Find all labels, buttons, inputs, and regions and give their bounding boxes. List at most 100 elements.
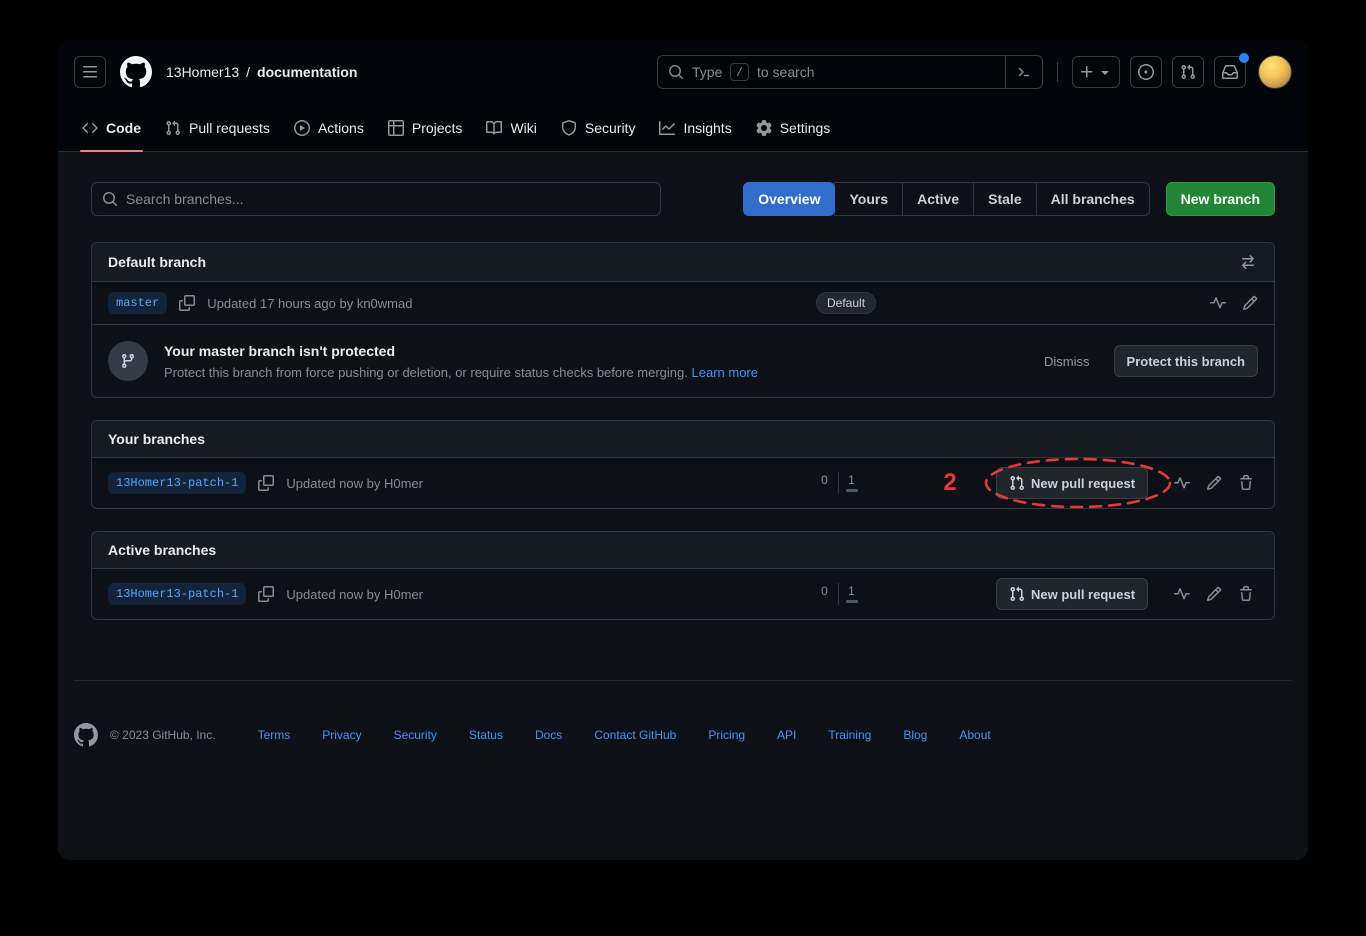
table-row: master Updated 17 hours ago by kn0wmad D… [92, 282, 1274, 324]
footer-link-pricing[interactable]: Pricing [708, 728, 745, 742]
browser-viewport: 13Homer13 / documentation Type / to sear… [58, 40, 1308, 860]
change-default-branch-button[interactable] [1238, 252, 1258, 272]
global-header: 13Homer13 / documentation Type / to sear… [58, 40, 1308, 104]
copyright-text: © 2023 GitHub, Inc. [110, 728, 216, 742]
global-search-placeholder: Type / to search [658, 63, 1005, 81]
pull-requests-button[interactable] [1172, 56, 1204, 88]
breadcrumb-owner-link[interactable]: 13Homer13 [166, 64, 239, 80]
ahead-count: 1 [848, 474, 855, 486]
pull-request-icon [1009, 475, 1025, 491]
ahead-behind-counts: 0 1 [808, 472, 868, 494]
tab-code[interactable]: Code [74, 104, 149, 151]
branch-link[interactable]: 13Homer13-patch-1 [108, 472, 246, 494]
filter-overview[interactable]: Overview [743, 182, 835, 216]
pencil-icon [1242, 295, 1258, 311]
filter-yours[interactable]: Yours [834, 182, 903, 216]
tab-label: Settings [780, 120, 831, 136]
global-search-button[interactable]: Type / to search [657, 55, 1043, 89]
table-row: 13Homer13-patch-1 Updated now by H0mer 0… [92, 569, 1274, 619]
branch-updated-text: Updated now by H0mer [286, 476, 423, 491]
hamburger-button[interactable] [74, 56, 106, 88]
protect-branch-button[interactable]: Protect this branch [1114, 345, 1258, 377]
footer-link-api[interactable]: API [777, 728, 796, 742]
delete-branch-button[interactable] [1238, 586, 1254, 602]
your-branches-section: Your branches 13Homer13-patch-1 Updated … [91, 420, 1275, 509]
github-logo[interactable] [120, 56, 152, 88]
footer-link-terms[interactable]: Terms [258, 728, 291, 742]
compare-icon [1240, 254, 1256, 270]
slash-key-hint: / [730, 63, 749, 81]
create-new-button[interactable] [1072, 56, 1120, 88]
rename-branch-button[interactable] [1206, 475, 1222, 491]
filter-all-branches[interactable]: All branches [1036, 182, 1150, 216]
command-palette-icon [1016, 64, 1032, 80]
tab-settings[interactable]: Settings [748, 104, 839, 151]
footer-link-docs[interactable]: Docs [535, 728, 562, 742]
pencil-icon [1206, 475, 1222, 491]
protection-description: Protect this branch from force pushing o… [164, 365, 758, 380]
breadcrumb: 13Homer13 / documentation [166, 64, 357, 80]
branch-activity-button[interactable] [1174, 475, 1190, 491]
ahead-behind-counts: 0 1 [808, 583, 868, 605]
git-branch-icon [120, 353, 136, 369]
branch-link[interactable]: master [108, 292, 167, 314]
tab-label: Security [585, 120, 636, 136]
new-branch-button[interactable]: New branch [1166, 182, 1275, 216]
section-title: Active branches [108, 542, 216, 558]
footer-link-security[interactable]: Security [394, 728, 437, 742]
repo-nav: Code Pull requests Actions Projects Wiki… [58, 104, 1308, 152]
activity-icon [1174, 475, 1190, 491]
tab-actions[interactable]: Actions [286, 104, 372, 151]
footer-link-blog[interactable]: Blog [903, 728, 927, 742]
section-title: Default branch [108, 254, 206, 270]
copy-branch-name-button[interactable] [256, 584, 276, 604]
pull-request-icon [165, 120, 181, 136]
command-palette-button[interactable] [1005, 56, 1042, 88]
footer-link-status[interactable]: Status [469, 728, 503, 742]
rename-branch-button[interactable] [1206, 586, 1222, 602]
copy-branch-name-button[interactable] [177, 293, 197, 313]
new-pull-request-button[interactable]: New pull request [996, 467, 1148, 499]
shield-icon [561, 120, 577, 136]
copy-branch-name-button[interactable] [256, 473, 276, 493]
footer-link-training[interactable]: Training [828, 728, 871, 742]
tab-wiki[interactable]: Wiki [478, 104, 544, 151]
learn-more-link[interactable]: Learn more [692, 365, 758, 380]
graph-icon [659, 120, 675, 136]
copy-icon [258, 475, 274, 491]
footer-link-privacy[interactable]: Privacy [322, 728, 361, 742]
footer-link-about[interactable]: About [959, 728, 990, 742]
dismiss-button[interactable]: Dismiss [1038, 353, 1096, 370]
issues-button[interactable] [1130, 56, 1162, 88]
ahead-count: 1 [848, 585, 855, 597]
footer-link-contact[interactable]: Contact GitHub [594, 728, 676, 742]
branch-activity-button[interactable] [1210, 295, 1226, 311]
search-placeholder-pre: Type [692, 64, 722, 80]
annotation-step-number: 2 [940, 469, 960, 497]
branch-link[interactable]: 13Homer13-patch-1 [108, 583, 246, 605]
branch-search-input[interactable] [91, 182, 661, 216]
tab-insights[interactable]: Insights [651, 104, 739, 151]
footer-links: Terms Privacy Security Status Docs Conta… [258, 728, 991, 742]
breadcrumb-repo-link[interactable]: documentation [257, 64, 357, 80]
filter-active[interactable]: Active [902, 182, 974, 216]
table-row: 13Homer13-patch-1 Updated now by H0mer 0… [92, 458, 1274, 508]
pull-request-icon [1009, 586, 1025, 602]
play-icon [294, 120, 310, 136]
tab-pull-requests[interactable]: Pull requests [157, 104, 278, 151]
tab-security[interactable]: Security [553, 104, 644, 151]
pull-request-icon [1180, 64, 1196, 80]
rename-branch-button[interactable] [1242, 295, 1258, 311]
active-branches-section: Active branches 13Homer13-patch-1 Update… [91, 531, 1275, 620]
avatar[interactable] [1258, 55, 1292, 89]
branch-protection-banner: Your master branch isn't protected Prote… [92, 324, 1274, 397]
behind-count: 0 [821, 474, 828, 486]
new-pull-request-button[interactable]: New pull request [996, 578, 1148, 610]
branch-activity-button[interactable] [1174, 586, 1190, 602]
tab-projects[interactable]: Projects [380, 104, 471, 151]
trash-icon [1238, 475, 1254, 491]
filter-stale[interactable]: Stale [973, 182, 1036, 216]
inbox-button[interactable] [1214, 56, 1246, 88]
gear-icon [756, 120, 772, 136]
delete-branch-button[interactable] [1238, 475, 1254, 491]
